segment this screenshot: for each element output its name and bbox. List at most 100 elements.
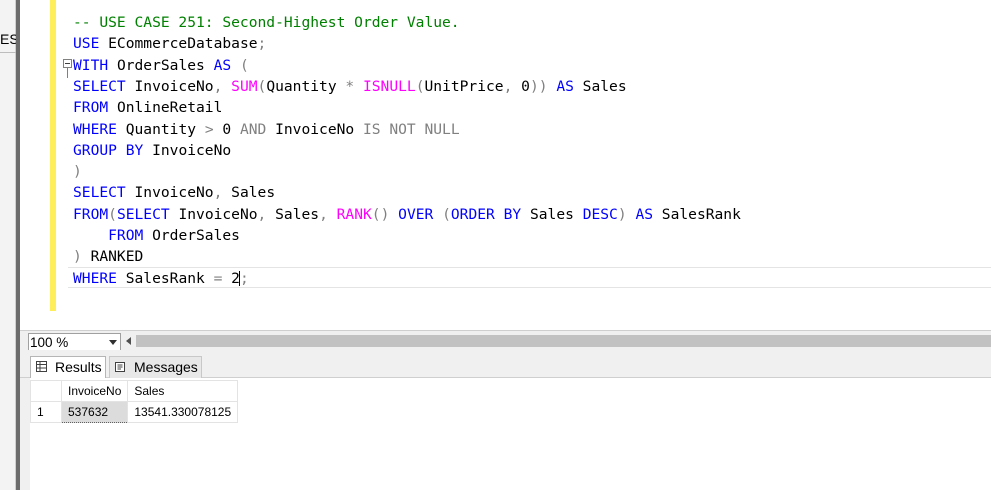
code-token: WHERE [73,269,117,287]
code-token: , [213,77,232,95]
code-token: InvoiceNo [169,205,258,223]
code-token: FROM [73,99,109,117]
code-token: InvoiceNo [125,77,214,95]
code-token: ; [257,35,267,53]
tab-messages[interactable]: Messages [109,356,202,378]
row-number[interactable]: 1 [30,401,62,423]
code-token: , [503,77,522,95]
zoom-value: 100 % [30,335,69,350]
code-token: OnlineRetail [108,99,223,117]
code-token: ) [73,163,82,181]
code-token: AS [556,77,574,95]
code-token: Sales [275,205,320,223]
code-token: -- USE CASE 251: Second-Highest Order Va… [73,14,460,31]
code-line[interactable]: ) [73,161,82,182]
code-token: AS [635,205,654,223]
code-line[interactable]: FROM OnlineRetail [73,97,222,118]
code-token: AND [239,120,267,138]
code-token: FROM [73,205,109,223]
code-token: InvoiceNo [125,184,214,202]
code-line[interactable]: ) RANKED [73,246,143,267]
zoom-dropdown[interactable]: 100 % [28,333,121,351]
code-token: () [371,205,399,223]
code-token: InvoiceNo [143,141,232,159]
chevron-down-icon [109,340,117,345]
tab-results[interactable]: Results [30,356,106,378]
code-token: WHERE [73,120,117,138]
column-header-invoiceno[interactable]: InvoiceNo [60,380,129,402]
fold-collapse-icon[interactable] [63,59,72,68]
editor-gutter [20,0,50,330]
code-line[interactable]: WHERE SalesRank = 2; [73,268,249,289]
code-token: ) [73,248,91,266]
code-token: SELECT [73,184,126,202]
code-token: ( [257,77,267,95]
horizontal-scrollbar[interactable] [136,335,991,347]
code-token: ( [231,56,249,74]
code-token: SUM [231,77,258,95]
grid-header-row: InvoiceNo Sales [30,380,239,402]
code-token: Sales [573,77,627,95]
grid-corner-cell[interactable] [30,380,62,402]
code-line[interactable]: FROM OrderSales [73,225,240,246]
code-token: ORDER BY [450,205,522,223]
code-token: SalesRank [653,205,741,223]
code-token: USE [73,35,100,53]
code-token: , [213,184,232,202]
code-token: , [257,205,276,223]
code-line[interactable]: FROM(SELECT InvoiceNo, Sales, RANK() OVE… [73,204,741,225]
code-token: ; [239,269,249,287]
code-token: OrderSales [143,227,240,244]
code-line[interactable]: WITH OrderSales AS ( [73,55,249,76]
code-token: SELECT [116,205,170,223]
code-token: )) [529,77,557,95]
code-token: GROUP BY [73,141,144,159]
code-token: ( [433,205,451,223]
code-token: Quantity [266,77,346,95]
code-token: ECommerceDatabase [99,35,258,53]
code-token: ( [415,77,425,95]
code-token: AS [213,56,232,74]
code-token: ) [617,205,636,223]
code-line[interactable]: SELECT InvoiceNo, SUM(Quantity * ISNULL(… [73,76,627,97]
tab-results-label: Results [55,359,102,375]
code-token: OVER [398,205,434,223]
code-token: > [204,120,223,138]
code-token: , [319,205,337,223]
code-token: OrderSales [108,56,214,74]
editor-status-row: 100 % [20,330,991,351]
code-token: = [213,269,232,287]
code-line[interactable]: -- USE CASE 251: Second-Highest Order Va… [73,12,460,33]
column-header-sales[interactable]: Sales [127,380,239,402]
code-line[interactable]: USE ECommerceDatabase; [73,33,266,54]
cell-invoiceno[interactable]: 537632 [60,401,129,423]
fold-guide [67,68,68,78]
code-token: 0 [222,120,240,138]
code-token: IS NOT NULL [362,120,460,138]
code-token: Sales [521,205,583,223]
code-token: Sales [231,184,276,202]
code-line[interactable]: WHERE Quantity > 0 AND InvoiceNo IS NOT … [73,119,460,140]
results-grid-area[interactable]: InvoiceNo Sales 1 537632 13541.330078125 [30,378,991,490]
code-token: * [345,77,363,95]
code-token: ( [108,205,117,223]
table-row: 1 537632 13541.330078125 [30,401,239,423]
code-token: SalesRank [116,269,214,287]
object-explorer-edge: ES [0,0,19,490]
code-token: RANK [336,205,372,223]
code-token: Quantity [116,120,205,138]
code-token: SELECT [73,77,126,95]
code-line[interactable]: SELECT InvoiceNo, Sales [73,182,275,203]
code-token: InvoiceNo [266,120,363,138]
query-editor[interactable]: -- USE CASE 251: Second-Highest Order Va… [56,0,991,330]
results-grid: InvoiceNo Sales 1 537632 13541.330078125 [30,380,239,423]
code-token: ISNULL [362,77,416,95]
results-side-strip [20,378,30,490]
messages-icon [115,362,125,372]
code-token: UnitPrice [424,77,504,95]
code-token: WITH [73,56,109,74]
code-line[interactable]: GROUP BY InvoiceNo [73,140,231,161]
scroll-left-arrow-icon[interactable] [126,337,131,345]
code-token: RANKED [90,248,144,266]
cell-sales[interactable]: 13541.330078125 [127,401,239,423]
